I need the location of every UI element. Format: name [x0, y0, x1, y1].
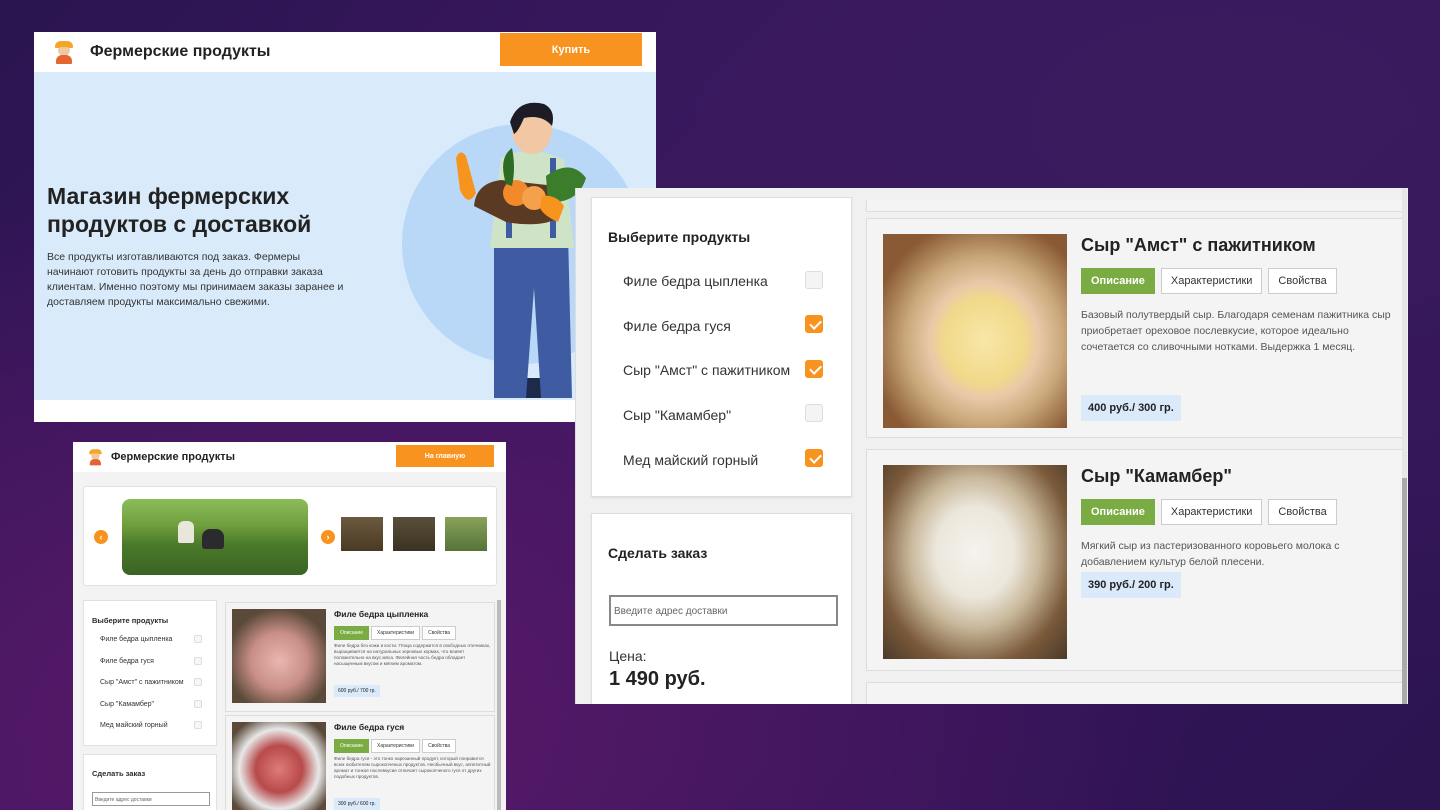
filter-title: Выберите продукты	[608, 229, 751, 245]
tab-description[interactable]: Описание	[334, 739, 370, 753]
tab-characteristics[interactable]: Характеристики	[371, 739, 421, 753]
price-badge: 400 руб./ 300 гр.	[1081, 395, 1181, 421]
checkbox[interactable]	[805, 404, 823, 422]
tab-description[interactable]: Описание	[1081, 268, 1155, 294]
scrollbar-thumb[interactable]	[1402, 478, 1407, 704]
product-filter: Выберите продукты Филе бедра цыпленка Фи…	[83, 600, 217, 746]
tab-description[interactable]: Описание	[1081, 499, 1155, 525]
filter-item[interactable]: Филе бедра цыпленка	[84, 629, 216, 651]
header: Фермерские продукты На главную	[73, 442, 506, 472]
price-badge: 300 руб./ 600 гр.	[334, 798, 380, 810]
product-description: Базовый полутвердый сыр. Благодаря семен…	[1081, 309, 1391, 353]
slider-main-photo[interactable]	[122, 499, 308, 575]
filter-item-label[interactable]: Сыр "Амст" с пажитником	[623, 362, 790, 378]
order-title: Сделать заказ	[608, 545, 708, 561]
hero-title: Магазин фермерских продуктов с доставкой	[47, 183, 312, 237]
order-panel: Сделать заказ Введите адрес доставки Цен…	[591, 513, 852, 704]
farmer-logo-icon[interactable]	[52, 40, 76, 64]
photo-slider: ‹ ›	[83, 486, 497, 586]
product-title: Сыр "Камамбер"	[1081, 466, 1232, 486]
product-filter: Выберите продукты Филе бедра цыпленка Фи…	[591, 197, 852, 497]
checkbox[interactable]	[194, 635, 202, 643]
filter-item-label[interactable]: Филе бедра гуся	[623, 318, 731, 334]
product-description: Мягкий сыр из пастеризованного коровьего…	[1081, 540, 1340, 568]
checkbox-checked[interactable]	[805, 360, 823, 378]
product-photo	[883, 465, 1067, 659]
filter-item-label[interactable]: Филе бедра цыпленка	[623, 273, 768, 289]
slider-thumb[interactable]	[445, 517, 487, 551]
catalog-zoom-screenshot: Выберите продукты Филе бедра цыпленка Фи…	[575, 188, 1408, 704]
order-title: Сделать заказ	[92, 769, 146, 778]
product-title: Филе бедра гуся	[334, 722, 405, 732]
tab-characteristics[interactable]: Характеристики	[371, 626, 421, 640]
product-description: Филе бедра гуся - это тонко нарезанный п…	[334, 756, 491, 779]
scrollbar[interactable]	[497, 600, 501, 810]
product-description: Филе бедра без кожи и кости. Птица содер…	[334, 643, 491, 666]
product-card: Филе бедра гуся Описание Характеристики …	[225, 715, 495, 810]
price-badge: 600 руб./ 700 гр.	[334, 685, 380, 697]
card-edge	[866, 200, 1403, 212]
product-title: Филе бедра цыпленка	[334, 609, 429, 619]
price-total: 1 490 руб.	[609, 668, 706, 690]
tab-properties[interactable]: Свойства	[1268, 268, 1337, 294]
tab-characteristics[interactable]: Характеристики	[1160, 268, 1263, 294]
filter-item[interactable]: Филе бедра гуся	[84, 651, 216, 673]
slider-thumb[interactable]	[341, 517, 383, 551]
landing-footer	[34, 400, 656, 422]
product-photo	[883, 234, 1067, 428]
tab-description[interactable]: Описание	[334, 626, 370, 640]
filter-item-label[interactable]: Мед майский горный	[623, 452, 758, 468]
tab-properties[interactable]: Свойства	[422, 739, 457, 753]
address-input[interactable]: Введите адрес доставки	[92, 792, 210, 806]
card-edge	[866, 682, 1403, 704]
checkbox[interactable]	[194, 656, 202, 665]
header: Фермерские продукты Купить	[34, 32, 656, 72]
checkbox[interactable]	[194, 721, 202, 729]
price-label: Цена:	[609, 648, 647, 664]
checkbox-checked[interactable]	[805, 449, 823, 467]
order-panel: Сделать заказ Введите адрес доставки	[83, 754, 217, 810]
filter-item-label[interactable]: Сыр "Камамбер"	[623, 407, 731, 423]
slider-thumb[interactable]	[393, 517, 435, 551]
catalog-small-screenshot: Фермерские продукты На главную ‹ › Выбер…	[73, 442, 506, 810]
product-card: Филе бедра цыпленка Описание Характерист…	[225, 602, 495, 712]
checkbox[interactable]	[194, 678, 202, 686]
product-title: Сыр "Амст" с пажитником	[1081, 235, 1316, 255]
checkbox[interactable]	[805, 271, 823, 289]
brand-name[interactable]: Фермерские продукты	[111, 451, 235, 463]
product-photo	[232, 609, 326, 703]
filter-item[interactable]: Мед майский горный	[84, 715, 216, 737]
buy-button[interactable]: Купить	[500, 33, 642, 66]
slider-prev-icon[interactable]: ‹	[94, 530, 108, 544]
filter-item[interactable]: Сыр "Камамбер"	[84, 694, 216, 716]
landing-screenshot: Фермерские продукты Купить Магазин ферме…	[34, 32, 656, 422]
filter-title: Выберите продукты	[92, 616, 169, 625]
filter-item[interactable]: Сыр "Амст" с пажитником	[84, 672, 216, 694]
slider-next-icon[interactable]: ›	[321, 530, 335, 544]
tab-characteristics[interactable]: Характеристики	[1160, 499, 1263, 525]
checkbox[interactable]	[194, 699, 202, 708]
product-photo	[232, 722, 326, 810]
tab-properties[interactable]: Свойства	[1268, 499, 1337, 525]
tab-properties[interactable]: Свойства	[422, 626, 457, 640]
checkbox-checked[interactable]	[805, 315, 823, 333]
farmer-logo-icon[interactable]	[87, 449, 104, 466]
home-button[interactable]: На главную	[396, 445, 494, 467]
address-input[interactable]: Введите адрес доставки	[609, 595, 838, 626]
product-card: Сыр "Амст" с пажитником Описание Характе…	[866, 218, 1403, 438]
price-badge: 390 руб./ 200 гр.	[1081, 572, 1181, 598]
brand-name[interactable]: Фермерские продукты	[90, 43, 270, 61]
product-card: Сыр "Камамбер" Описание Характеристики С…	[866, 449, 1403, 671]
hero-text: Все продукты изготавливаются под заказ. …	[47, 251, 344, 308]
